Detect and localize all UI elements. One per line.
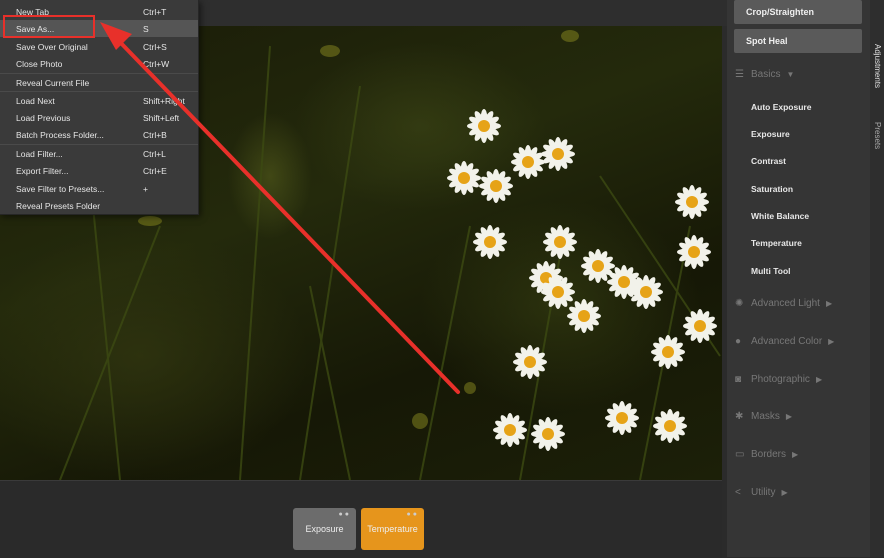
annotation-arrow <box>100 22 460 394</box>
